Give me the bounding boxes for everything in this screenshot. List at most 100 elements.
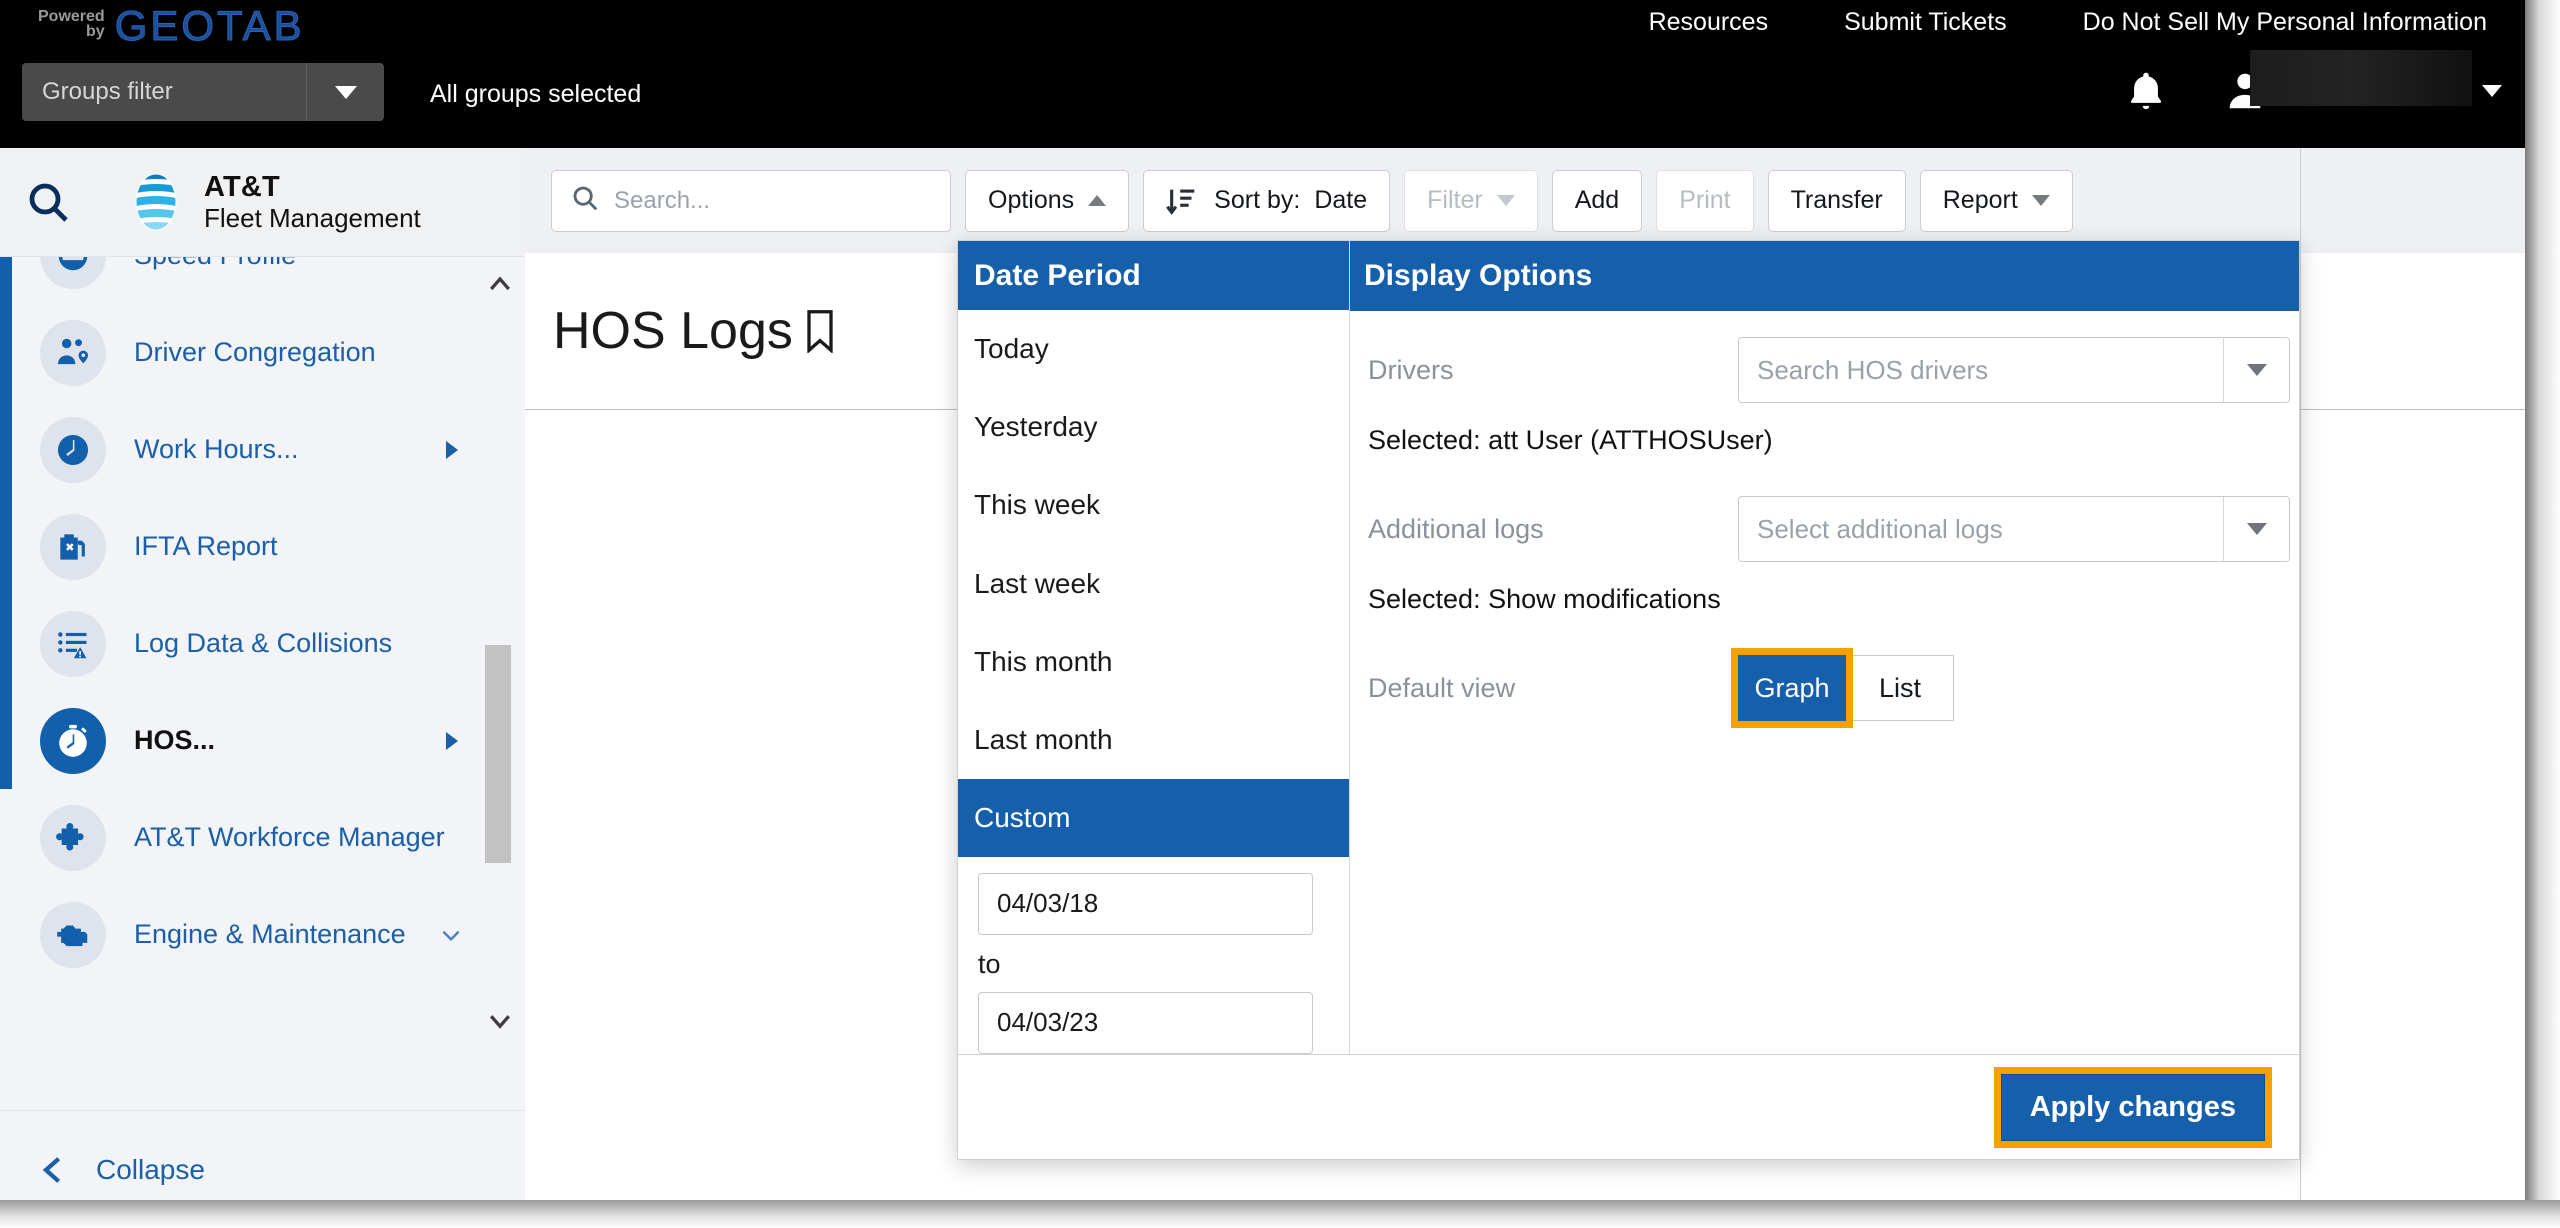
chevron-right-icon xyxy=(446,731,458,750)
date-period-option-yesterday[interactable]: Yesterday xyxy=(958,388,1349,466)
window-bottom-edge xyxy=(0,1200,2560,1228)
drivers-select[interactable]: Search HOS drivers xyxy=(1738,337,2290,403)
search-icon[interactable] xyxy=(24,178,72,226)
options-panel-footer: Apply changes xyxy=(958,1054,2299,1159)
sidebar-items: Speed Profile Driver Congregation Work H… xyxy=(0,257,500,983)
caret-up-icon xyxy=(1088,195,1107,206)
additional-logs-dropdown-arrow[interactable] xyxy=(2223,497,2289,561)
view-graph-button[interactable]: Graph xyxy=(1731,648,1853,728)
sidebar-item-label: AT&T Workforce Manager xyxy=(134,822,445,852)
report-button[interactable]: Report xyxy=(1919,169,2073,232)
clock-icon xyxy=(40,416,106,483)
sidebar-item-hos[interactable]: HOS... xyxy=(0,692,500,789)
groups-filter-caret[interactable] xyxy=(306,63,384,121)
scroll-down-icon[interactable] xyxy=(485,1005,515,1035)
sidebar: AT&T Fleet Management Speed Profile xyxy=(0,148,525,1228)
date-period-option-custom[interactable]: Custom xyxy=(958,778,1349,857)
caret-down-icon xyxy=(2031,195,2050,206)
att-logo-line2: Fleet Management xyxy=(204,202,421,233)
groups-filter-dropdown[interactable]: Groups filter xyxy=(22,63,384,121)
sidebar-item-label: Speed Profile xyxy=(134,257,296,271)
powered-by-line1: Powered xyxy=(38,8,105,25)
sidebar-item-label: Log Data & Collisions xyxy=(134,628,393,658)
sidebar-header: AT&T Fleet Management xyxy=(0,148,525,256)
list-warning-icon xyxy=(40,610,106,677)
sidebar-item-work-hours[interactable]: Work Hours... xyxy=(0,401,500,498)
transfer-button[interactable]: Transfer xyxy=(1767,169,1906,232)
nav-link-submit-tickets[interactable]: Submit Tickets xyxy=(1806,8,2045,37)
engine-icon xyxy=(40,901,106,968)
default-view-row: Default view Graph List xyxy=(1350,648,2299,728)
sort-descending-icon xyxy=(1166,184,1200,218)
active-rail xyxy=(0,401,12,498)
app-root: Powered by GEOTAB Groups filter All grou… xyxy=(0,0,2560,1228)
date-from-input[interactable]: 04/03/18 xyxy=(978,872,1313,935)
caret-down-icon xyxy=(1496,195,1515,206)
date-period-option-this-month[interactable]: This month xyxy=(958,623,1349,701)
sidebar-scroll-area: Speed Profile Driver Congregation Work H… xyxy=(0,256,525,1046)
sort-by-button[interactable]: Sort by: Date xyxy=(1143,169,1391,232)
sort-by-label: Sort by: xyxy=(1214,186,1301,214)
sidebar-item-label: Work Hours... xyxy=(134,434,299,464)
people-location-icon xyxy=(40,319,106,386)
drivers-dropdown-arrow[interactable] xyxy=(2223,338,2289,402)
scrollbar-thumb[interactable] xyxy=(485,645,511,863)
att-logo-text: AT&T Fleet Management xyxy=(204,171,421,233)
sidebar-item-speed-profile[interactable]: Speed Profile xyxy=(0,257,500,304)
nav-link-do-not-sell[interactable]: Do Not Sell My Personal Information xyxy=(2045,8,2525,37)
sort-by-value: Date xyxy=(1314,186,1368,214)
active-rail xyxy=(0,257,12,304)
apply-changes-button[interactable]: Apply changes xyxy=(1993,1066,2273,1148)
date-to-input[interactable]: 04/03/23 xyxy=(978,991,1313,1054)
date-period-option-last-week[interactable]: Last week xyxy=(958,545,1349,623)
chevron-right-icon xyxy=(446,440,458,459)
date-period-column: Date Period Today Yesterday This week La… xyxy=(958,241,1350,1054)
bookmark-icon[interactable] xyxy=(803,309,837,354)
options-label: Options xyxy=(988,186,1075,214)
date-period-label: Yesterday xyxy=(974,411,1098,443)
sidebar-scrollbar[interactable] xyxy=(483,257,517,1046)
additional-logs-select[interactable]: Select additional logs xyxy=(1738,496,2290,562)
date-period-option-this-week[interactable]: This week xyxy=(958,466,1349,544)
puzzle-piece-icon xyxy=(40,804,106,871)
default-view-toggle: Graph List xyxy=(1731,648,1954,728)
user-menu-chevron-down-icon[interactable] xyxy=(2482,85,2502,97)
search-input[interactable]: Search... xyxy=(551,169,951,232)
notification-bell-icon[interactable] xyxy=(2124,65,2168,117)
sidebar-item-engine-maintenance[interactable]: Engine & Maintenance xyxy=(0,886,500,983)
options-button[interactable]: Options xyxy=(965,169,1130,232)
report-label: Report xyxy=(1942,186,2018,214)
print-label: Print xyxy=(1679,186,1731,214)
groups-filter-placeholder: Groups filter xyxy=(42,78,173,105)
global-top-bar: Powered by GEOTAB Groups filter All grou… xyxy=(0,0,2525,148)
sidebar-item-log-data-collisions[interactable]: Log Data & Collisions xyxy=(0,595,500,692)
att-logo-line1: AT&T xyxy=(204,171,280,204)
active-rail xyxy=(0,304,12,401)
default-view-label: Default view xyxy=(1368,672,1516,703)
add-button[interactable]: Add xyxy=(1551,169,1643,232)
drivers-selected-text: Selected: att User (ATTHOSUser) xyxy=(1368,425,1773,455)
sidebar-item-driver-congregation[interactable]: Driver Congregation xyxy=(0,304,500,401)
date-period-option-last-month[interactable]: Last month xyxy=(958,701,1349,779)
window-right-edge xyxy=(2525,0,2560,1228)
groups-status-text: All groups selected xyxy=(430,80,642,108)
filter-button: Filter xyxy=(1404,169,1538,232)
sidebar-item-ifta-report[interactable]: IFTA Report xyxy=(0,498,500,595)
scroll-up-icon[interactable] xyxy=(485,269,515,299)
geotab-wordmark: GEOTAB xyxy=(114,2,305,49)
display-options-header: Display Options xyxy=(1350,241,2299,311)
att-fleet-management-logo: AT&T Fleet Management xyxy=(124,170,421,234)
user-name-redacted xyxy=(2250,50,2472,106)
caret-down-icon xyxy=(2246,523,2267,535)
view-list-button[interactable]: List xyxy=(1846,655,1954,721)
date-period-option-today[interactable]: Today xyxy=(958,310,1349,388)
stopwatch-icon xyxy=(40,707,106,774)
date-period-label: Last week xyxy=(974,567,1101,599)
powered-by-geotab-logo: Powered by GEOTAB xyxy=(38,2,305,49)
powered-by-line2: by xyxy=(86,23,105,40)
date-period-header: Date Period xyxy=(958,241,1349,311)
date-range-to-label: to xyxy=(978,948,1001,979)
date-period-label: Today xyxy=(974,333,1049,365)
nav-link-resources[interactable]: Resources xyxy=(1611,8,1807,37)
sidebar-item-att-workforce-manager[interactable]: AT&T Workforce Manager xyxy=(0,789,500,886)
